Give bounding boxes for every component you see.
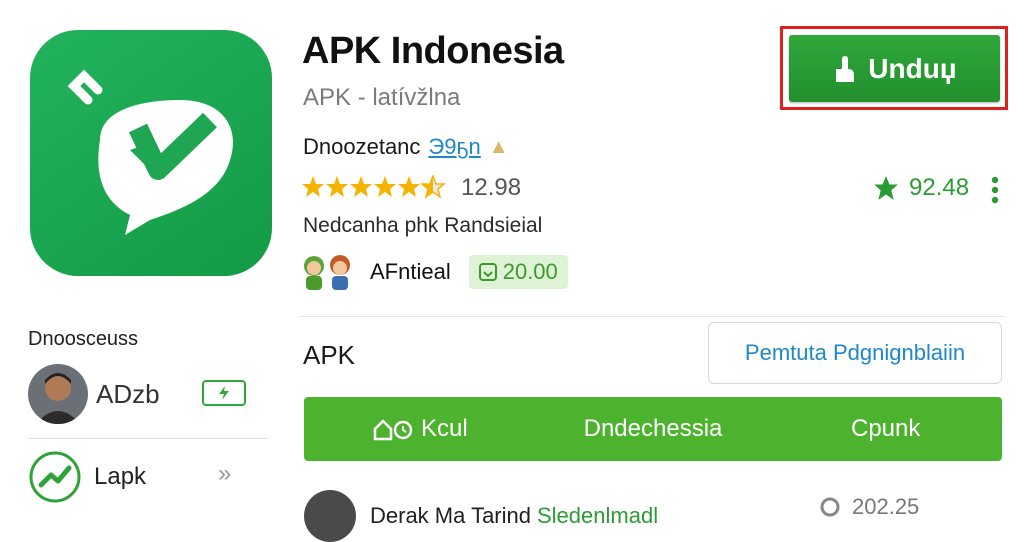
- app-subtitle: APK - latívžlna: [303, 84, 461, 111]
- score-value: 92.48: [909, 174, 970, 201]
- tab-label: Cpunk: [850, 415, 921, 442]
- tab-cpunk[interactable]: Cpunk: [769, 415, 1002, 443]
- star-icon: [326, 176, 348, 197]
- more-vert-icon[interactable]: [990, 175, 1000, 205]
- chevron-right-icon[interactable]: »: [218, 460, 231, 488]
- user-row[interactable]: ADzb: [28, 364, 160, 424]
- avatar: [28, 364, 88, 424]
- download-icon: [836, 55, 855, 82]
- developer-link[interactable]: Э9ҕn: [428, 134, 480, 160]
- sidebar-divider: [28, 438, 268, 439]
- meta-label: AFntieal: [370, 259, 451, 284]
- tab-label: Dndechessia: [583, 415, 723, 442]
- list-item[interactable]: Derak Ma Tarind Sledenlmadl 202.25: [304, 490, 1004, 542]
- price-value: 20.00: [502, 259, 558, 284]
- star-icon: [350, 176, 372, 197]
- download-button[interactable]: Unduџ: [789, 35, 1000, 102]
- sidebar-heading: Dnoosceuss: [28, 328, 139, 350]
- item-green-text: Sledenlmadl: [537, 503, 659, 528]
- price-badge: 20.00: [468, 255, 568, 289]
- tab-label: Kcul: [420, 415, 468, 442]
- section-divider: [300, 316, 1004, 317]
- rating-row: 12.98: [302, 174, 521, 202]
- item-thumbnail: [304, 490, 356, 542]
- star-rating: [302, 175, 447, 199]
- sidebar-item-label: Lapk: [94, 463, 147, 490]
- star-icon: [874, 176, 898, 200]
- section-title: APK: [303, 340, 356, 370]
- rating-value: 12.98: [461, 174, 522, 201]
- item-meta: 202.25: [818, 494, 919, 520]
- download-label: Unduџ: [868, 52, 957, 84]
- download-box-icon: [478, 263, 497, 281]
- star-icon: [398, 176, 420, 197]
- user-name: ADzb: [96, 378, 160, 409]
- app-icon: [30, 30, 272, 276]
- tab-kcul[interactable]: Kcul: [304, 415, 537, 443]
- characters-icon: [304, 255, 350, 290]
- lightning-badge-icon: [202, 380, 246, 406]
- star-icon: [374, 176, 396, 197]
- trend-icon: [29, 451, 81, 503]
- info-link-box[interactable]: Pemtuta Pdgnignblaiin: [708, 322, 1002, 384]
- meta-row: AFntieal 20.00: [300, 252, 568, 292]
- app-logo-icon: [67, 69, 233, 235]
- app-description: Nedcanha phk Randsieial: [303, 214, 543, 237]
- score-row: 92.48: [873, 174, 969, 202]
- developer-row: Dnoozetanc Э9ҕn ▲: [303, 134, 509, 160]
- home-timer-icon: [373, 419, 413, 441]
- tab-bar: Kcul Dndechessia Cpunk: [304, 397, 1002, 461]
- app-title: APK Indonesia: [302, 30, 564, 72]
- developer-prefix: Dnoozetanc: [303, 134, 421, 159]
- star-icon: [302, 176, 324, 197]
- item-value: 202.25: [852, 494, 920, 519]
- thumb-icon: ▲: [488, 135, 509, 158]
- settings-icon: [820, 497, 840, 517]
- item-title: Derak Ma Tarind Sledenlmadl: [370, 503, 659, 528]
- tab-dndechessia[interactable]: Dndechessia: [537, 415, 770, 443]
- sidebar-item-lapk[interactable]: Lapk: [28, 450, 146, 504]
